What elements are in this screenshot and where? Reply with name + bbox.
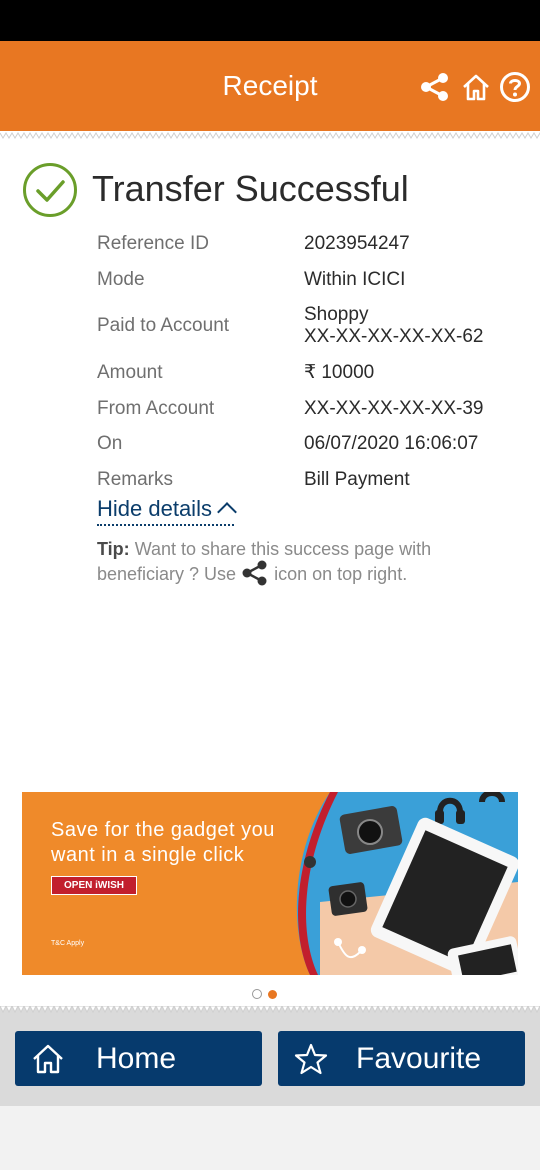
banner-text: Save for the gadget you want in a single… (51, 819, 275, 866)
page-title: Receipt (222, 70, 318, 101)
detail-row-paid-to-account: Paid to Account Shoppy XX-XX-XX-XX-XX-62 (97, 304, 517, 350)
detail-label: Amount (97, 362, 163, 383)
chevron-up-icon (217, 502, 237, 522)
transfer-status-title: Transfer Successful (92, 168, 409, 209)
bottom-action-bar: Home Favourite (0, 1014, 540, 1106)
detail-label: Remarks (97, 469, 174, 490)
status-bar (0, 0, 540, 41)
star-icon (294, 1043, 328, 1075)
open-iwish-button[interactable]: OPEN iWISH (51, 876, 138, 895)
banner-terms: T&C Apply (51, 940, 85, 947)
detail-label: Mode (97, 269, 145, 290)
home-button-label: Home (96, 1042, 177, 1075)
success-check-icon (23, 163, 77, 217)
favourite-button-label: Favourite (356, 1042, 482, 1075)
carousel-indicator (252, 986, 283, 1004)
detail-value: 06/07/2020 16:06:07 (304, 433, 479, 454)
detail-label: On (97, 433, 123, 454)
home-button[interactable]: Home (15, 1031, 262, 1086)
carousel-dot-inactive[interactable] (252, 989, 262, 999)
detail-value: Within ICICI (304, 269, 406, 290)
tip-text-part2: icon on top right. (274, 564, 408, 584)
home-icon (33, 1044, 63, 1074)
detail-value: 2023954247 (304, 233, 410, 254)
share-icon[interactable] (419, 71, 451, 103)
hide-details-label: Hide details (97, 496, 212, 521)
gadgets-image (296, 792, 518, 975)
detail-value: XX-XX-XX-XX-XX-39 (304, 398, 484, 419)
help-icon[interactable] (499, 71, 531, 103)
home-icon[interactable] (460, 71, 492, 103)
promo-banner[interactable]: Save for the gadget you want in a single… (22, 792, 518, 975)
hide-details-link[interactable]: Hide details (97, 496, 237, 526)
detail-value: Bill Payment (304, 469, 410, 490)
detail-label: Reference ID (97, 233, 209, 254)
detail-label: Paid to Account (97, 315, 230, 336)
detail-value: ₹ 10000 (304, 362, 375, 383)
carousel-dot-active[interactable] (268, 990, 277, 999)
detail-value-line1: Shoppy (304, 304, 369, 325)
tip-label: Tip: (97, 539, 130, 559)
tip-text: Tip: Want to share this success page wit… (97, 538, 497, 586)
app-header: Receipt (0, 41, 540, 131)
favourite-button[interactable]: Favourite (278, 1031, 525, 1086)
share-icon (242, 560, 267, 586)
receipt-card: Transfer Successful Reference ID 2023954… (0, 140, 540, 1008)
detail-label: From Account (97, 398, 215, 419)
detail-value-line2: XX-XX-XX-XX-XX-62 (304, 326, 484, 347)
